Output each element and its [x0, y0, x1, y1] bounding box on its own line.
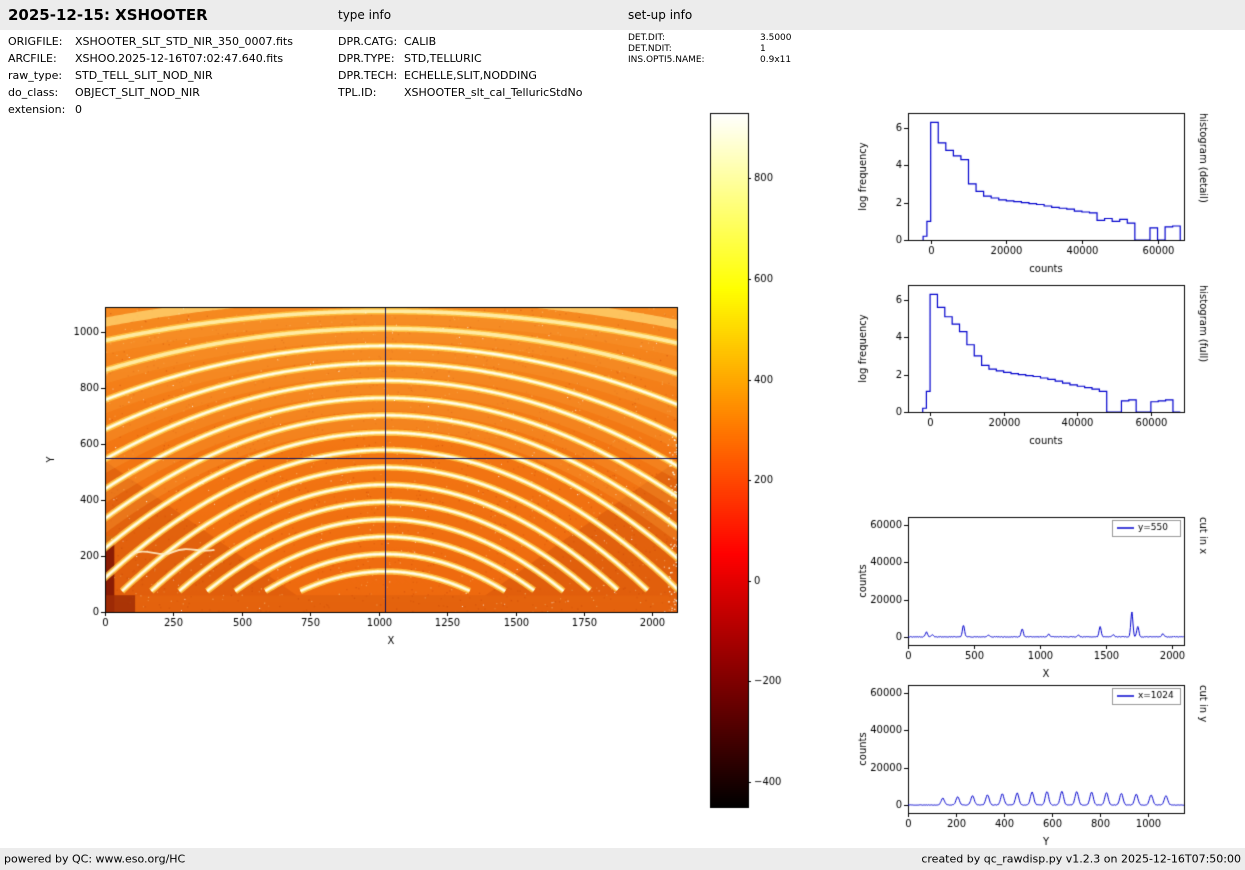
info-value: XSHOO.2025-12-16T07:02:47.640.fits — [75, 52, 284, 65]
info-value: 1 — [760, 44, 766, 54]
page-title: 2025-12-15: XSHOOTER — [8, 6, 208, 24]
info-value: 3.5000 — [760, 33, 792, 43]
info-label: do_class: — [8, 86, 59, 99]
info-row: extension: 0 — [8, 101, 293, 118]
info-row: do_class: OBJECT_SLIT_NOD_NIR — [8, 84, 293, 101]
info-row: DPR.TYPE: STD,TELLURIC — [338, 50, 582, 67]
footer-bar: powered by QC: www.eso.org/HC created by… — [0, 848, 1245, 870]
info-label: DET.NDIT: — [628, 44, 672, 54]
footer-right-text: created by qc_rawdisp.py v1.2.3 on 2025-… — [921, 852, 1241, 866]
info-value: STD_TELL_SLIT_NOD_NIR — [75, 69, 213, 82]
info-label: INS.OPTI5.NAME: — [628, 55, 705, 65]
info-row: raw_type: STD_TELL_SLIT_NOD_NIR — [8, 67, 293, 84]
info-label: DPR.TYPE: — [338, 52, 395, 65]
setup-info-block: DET.DIT: 3.5000 DET.NDIT: 1 INS.OPTI5.NAME… — [628, 33, 792, 66]
info-value: 0.9x11 — [760, 55, 792, 65]
info-row: INS.OPTI5.NAME: 0.9x11 — [628, 55, 792, 66]
info-value: OBJECT_SLIT_NOD_NIR — [75, 86, 200, 99]
info-value: CALIB — [404, 35, 437, 48]
info-label: ORIGFILE: — [8, 35, 63, 48]
info-label: TPL.ID: — [338, 86, 377, 99]
footer-left-text: powered by QC: www.eso.org/HC — [4, 852, 186, 866]
info-row: DPR.CATG: CALIB — [338, 33, 582, 50]
info-row: ORIGFILE: XSHOOTER_SLT_STD_NIR_350_0007.f… — [8, 33, 293, 50]
cut-in-x-plot — [852, 502, 1212, 697]
info-label: DPR.CATG: — [338, 35, 398, 48]
type-info-heading: type info — [338, 8, 392, 22]
detector-image-plot — [40, 287, 700, 677]
info-row: DET.NDIT: 1 — [628, 44, 792, 55]
info-value: XSHOOTER_SLT_STD_NIR_350_0007.fits — [75, 35, 293, 48]
setup-info-heading: set-up info — [628, 8, 693, 22]
info-row: TPL.ID: XSHOOTER_slt_cal_TelluricStdNo — [338, 84, 582, 101]
info-value: ECHELLE,SLIT,NODDING — [404, 69, 537, 82]
info-value: 0 — [75, 103, 82, 116]
type-info-block: DPR.CATG: CALIB DPR.TYPE: STD,TELLURIC DPR… — [338, 33, 582, 101]
info-label: DPR.TECH: — [338, 69, 398, 82]
info-row: DET.DIT: 3.5000 — [628, 33, 792, 44]
qc-report-page: 2025-12-15: XSHOOTER type info set-up in… — [0, 0, 1245, 870]
histogram-detail-plot — [852, 95, 1212, 290]
info-label: DET.DIT: — [628, 33, 666, 43]
info-label: extension: — [8, 103, 66, 116]
info-row: DPR.TECH: ECHELLE,SLIT,NODDING — [338, 67, 582, 84]
info-label: ARCFILE: — [8, 52, 57, 65]
info-label: raw_type: — [8, 69, 63, 82]
file-info-block: ORIGFILE: XSHOOTER_SLT_STD_NIR_350_0007.f… — [8, 33, 293, 118]
info-row: ARCFILE: XSHOO.2025-12-16T07:02:47.640.fi… — [8, 50, 293, 67]
cut-in-y-plot — [852, 670, 1212, 865]
info-value: STD,TELLURIC — [404, 52, 482, 65]
info-value: XSHOOTER_slt_cal_TelluricStdNo — [404, 86, 583, 99]
header-bar: 2025-12-15: XSHOOTER type info set-up in… — [0, 0, 1245, 30]
histogram-full-plot — [852, 267, 1212, 462]
colorbar — [700, 105, 785, 820]
